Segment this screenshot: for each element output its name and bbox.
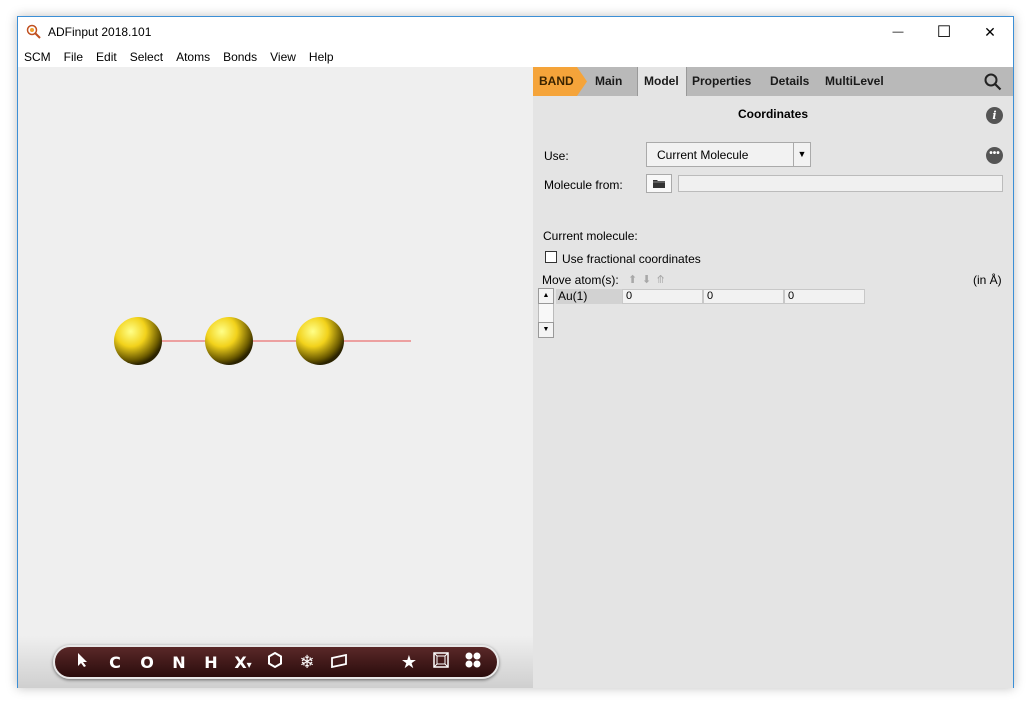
z-coordinate-field[interactable]: 0 [784, 289, 865, 304]
menu-edit[interactable]: Edit [96, 50, 117, 64]
other-element-label: X [234, 652, 247, 672]
chevron-down-icon: ▼ [793, 143, 810, 166]
ring-icon[interactable] [259, 651, 291, 672]
close-icon: ✕ [984, 23, 996, 40]
fractional-coordinates-checkbox[interactable] [545, 251, 557, 263]
adfinput-window: ADFinput 2018.101 — ☐ ✕ SCM File Edit Se… [17, 16, 1014, 688]
drawing-toolbar: C O N H X▾ ❄ ★ [53, 645, 499, 679]
y-coordinate-field[interactable]: 0 [703, 289, 784, 304]
menu-bar: SCM File Edit Select Atoms Bonds View He… [18, 47, 1013, 67]
fractional-coordinates-label: Use fractional coordinates [562, 252, 701, 266]
menu-help[interactable]: Help [309, 50, 334, 64]
select-arrow-icon[interactable] [67, 652, 99, 672]
hydrogen-button[interactable]: H [195, 653, 227, 672]
carbon-button[interactable]: C [99, 653, 131, 672]
molecule-from-field[interactable] [678, 175, 1003, 192]
folder-icon [653, 180, 665, 188]
scroll-up-button[interactable]: ▲ [538, 288, 554, 304]
menu-view[interactable]: View [270, 50, 296, 64]
section-title: Coordinates [737, 107, 808, 121]
maximize-button[interactable]: ☐ [921, 17, 967, 47]
browse-folder-button[interactable] [646, 174, 672, 193]
current-molecule-label: Current molecule: [543, 229, 638, 243]
minimize-button[interactable]: — [875, 17, 921, 47]
atom-au-3[interactable] [296, 317, 344, 365]
close-button[interactable]: ✕ [967, 17, 1013, 47]
band-input-panel: BAND Main Model Properties Details Multi… [533, 67, 1013, 688]
atom-label-cell[interactable]: Au(1) [556, 289, 622, 304]
atom-au-2[interactable] [205, 317, 253, 365]
molecule-from-label: Molecule from: [544, 178, 623, 192]
tab-bar: BAND Main Model Properties Details Multi… [533, 67, 1013, 96]
star-icon[interactable]: ★ [393, 652, 425, 673]
title-bar: ADFinput 2018.101 — ☐ ✕ [18, 17, 1013, 47]
tab-multilevel[interactable]: MultiLevel [819, 67, 899, 96]
x-coordinate-field[interactable]: 0 [622, 289, 703, 304]
atoms-display-icon[interactable] [457, 651, 489, 673]
plane-icon[interactable] [323, 653, 355, 672]
menu-file[interactable]: File [64, 50, 83, 64]
snowflake-icon[interactable]: ❄ [291, 652, 323, 673]
chevron-down-icon: ▾ [246, 659, 252, 671]
use-select-value: Current Molecule [657, 148, 749, 162]
minimize-icon: — [892, 26, 904, 38]
move-atoms-label: Move atom(s): [542, 273, 619, 287]
molecule-canvas[interactable] [18, 67, 533, 637]
menu-bonds[interactable]: Bonds [223, 50, 257, 64]
nitrogen-button[interactable]: N [163, 653, 195, 672]
use-label: Use: [544, 149, 569, 163]
scroll-track[interactable] [538, 304, 554, 322]
more-options-icon[interactable]: ••• [986, 147, 1003, 164]
units-label: (in Å) [973, 273, 1002, 287]
window-title: ADFinput 2018.101 [48, 25, 152, 39]
use-select[interactable]: Current Molecule ▼ [646, 142, 811, 167]
adf-app-icon [26, 24, 41, 39]
menu-select[interactable]: Select [130, 50, 163, 64]
move-top-icon[interactable]: ⤊ [656, 273, 665, 286]
menu-atoms[interactable]: Atoms [176, 50, 210, 64]
search-icon[interactable] [984, 73, 1002, 91]
tab-band[interactable]: BAND [533, 67, 587, 96]
oxygen-button[interactable]: O [131, 653, 163, 672]
tab-properties[interactable]: Properties [686, 67, 766, 96]
tab-details[interactable]: Details [764, 67, 820, 96]
move-up-icon[interactable]: ⬆ [628, 273, 637, 286]
other-element-button[interactable]: X▾ [227, 653, 259, 672]
tab-main[interactable]: Main [589, 67, 637, 96]
menu-scm[interactable]: SCM [24, 50, 51, 64]
info-icon[interactable]: i [986, 107, 1003, 124]
maximize-icon: ☐ [936, 24, 952, 41]
cell-icon[interactable] [425, 652, 457, 672]
scroll-down-button[interactable]: ▼ [538, 322, 554, 338]
move-down-icon[interactable]: ⬇ [642, 273, 651, 286]
atom-au-1[interactable] [114, 317, 162, 365]
molecule-viewport[interactable]: C O N H X▾ ❄ ★ [18, 67, 533, 688]
tab-model[interactable]: Model [637, 67, 687, 96]
